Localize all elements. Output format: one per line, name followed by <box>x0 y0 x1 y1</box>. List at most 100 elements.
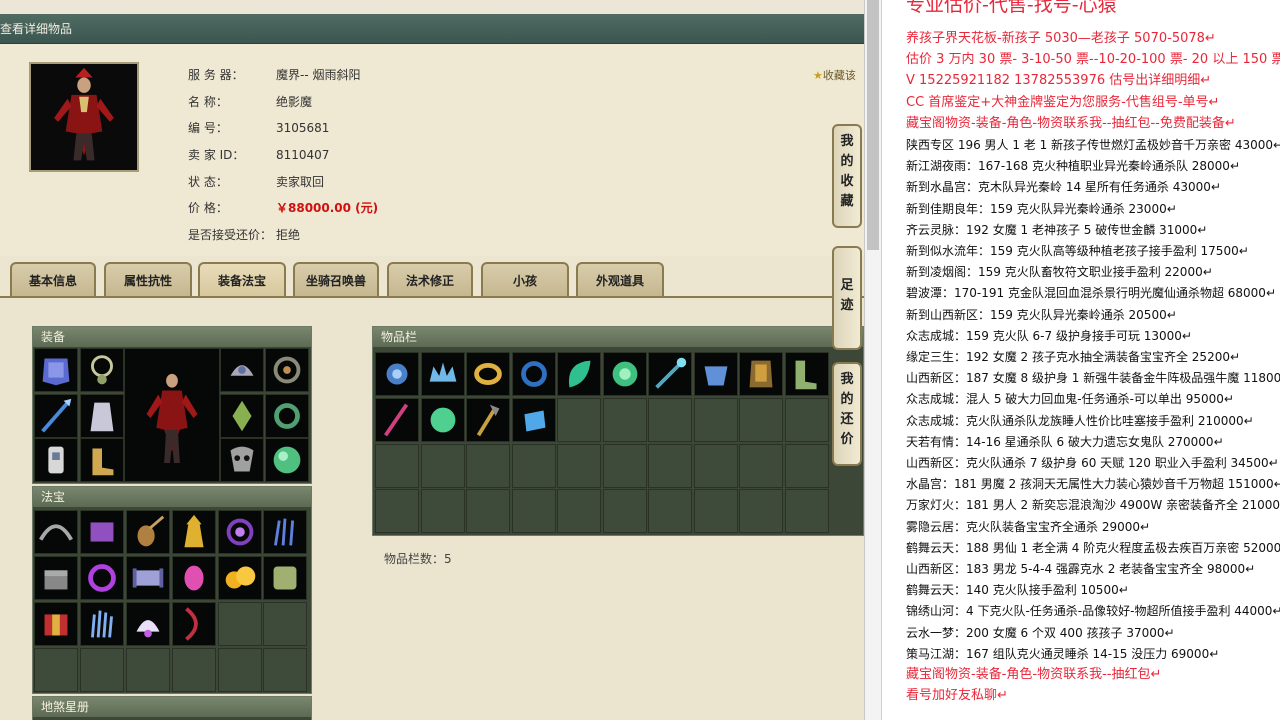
my-bargain-button[interactable]: 我的还价 <box>832 362 862 466</box>
empty-slot[interactable] <box>739 489 783 533</box>
empty-slot[interactable] <box>80 648 124 692</box>
empty-slot[interactable] <box>557 489 601 533</box>
white-fox-icon[interactable] <box>126 602 170 646</box>
red-bow-icon[interactable] <box>172 602 216 646</box>
green-orb-icon[interactable] <box>603 352 647 396</box>
tab-basic-info[interactable]: 基本信息 <box>10 262 96 298</box>
grey-chest-icon[interactable] <box>34 556 78 600</box>
empty-slot[interactable] <box>375 489 419 533</box>
tab-mounts[interactable]: 坐骑召唤兽 <box>293 262 379 298</box>
empty-slot[interactable] <box>263 602 307 646</box>
robe-icon[interactable] <box>80 394 124 438</box>
empty-slot[interactable] <box>263 648 307 692</box>
green-boots-icon[interactable] <box>785 352 829 396</box>
charm-icon[interactable] <box>34 438 78 482</box>
tab-appearance[interactable]: 外观道具 <box>576 262 664 298</box>
ring-icon[interactable] <box>265 394 309 438</box>
tab-attributes[interactable]: 属性抗性 <box>104 262 192 298</box>
boots-icon[interactable] <box>80 438 124 482</box>
necklace-icon[interactable] <box>80 348 124 392</box>
empty-slot[interactable] <box>126 648 170 692</box>
footprint-button[interactable]: 足迹 <box>832 246 862 350</box>
empty-slot[interactable] <box>739 398 783 442</box>
empty-slot[interactable] <box>603 398 647 442</box>
character-figure <box>124 348 220 482</box>
purple-swirl-icon[interactable] <box>218 510 262 554</box>
empty-slot[interactable] <box>603 444 647 488</box>
empty-slot[interactable] <box>648 398 692 442</box>
green-drum-icon[interactable] <box>263 556 307 600</box>
blue-claw-icon[interactable] <box>263 510 307 554</box>
green-gem-icon[interactable] <box>421 398 465 442</box>
pink-staff-icon[interactable] <box>375 398 419 442</box>
ad-line: 山西新区：187 女魔 8 级护身 1 新强牛装备金牛阵极品强牛魔 11800↵ <box>906 371 1280 386</box>
page-title-bar: 查看详细物品 <box>0 14 864 44</box>
empty-slot[interactable] <box>648 444 692 488</box>
empty-slot[interactable] <box>785 489 829 533</box>
empty-slot[interactable] <box>34 648 78 692</box>
helmet-icon[interactable] <box>220 348 264 392</box>
gold-ring-icon[interactable] <box>466 352 510 396</box>
empty-slot[interactable] <box>785 398 829 442</box>
empty-slot[interactable] <box>694 444 738 488</box>
orb-icon[interactable] <box>265 438 309 482</box>
empty-slot[interactable] <box>172 648 216 692</box>
empty-slot[interactable] <box>694 489 738 533</box>
empty-slot[interactable] <box>218 648 262 692</box>
mask-icon[interactable] <box>220 438 264 482</box>
purple-ring-icon[interactable] <box>80 556 124 600</box>
empty-slot[interactable] <box>557 444 601 488</box>
empty-slot[interactable] <box>648 489 692 533</box>
staff-icon[interactable] <box>648 352 692 396</box>
ad-line: 鹤舞云天：188 男仙 1 老全满 4 阶克火程度孟极去疾百万亲密 52000↵ <box>906 540 1280 555</box>
empty-slot[interactable] <box>466 489 510 533</box>
empty-slot[interactable] <box>603 489 647 533</box>
blue-gem-icon[interactable] <box>512 398 556 442</box>
amulet-icon[interactable] <box>265 348 309 392</box>
name-row: 名 称： 绝影魔 <box>188 93 312 111</box>
empty-slot[interactable] <box>785 444 829 488</box>
blue-flower-icon[interactable] <box>375 352 419 396</box>
gold-cloud-icon[interactable] <box>218 556 262 600</box>
status-row: 状 态： 卖家取回 <box>188 173 324 191</box>
gold-armor-icon[interactable] <box>739 352 783 396</box>
blue-hand-icon[interactable] <box>80 602 124 646</box>
empty-slot[interactable] <box>421 444 465 488</box>
spear-icon[interactable] <box>34 394 78 438</box>
empty-slot[interactable] <box>421 489 465 533</box>
blue-amulet-icon[interactable] <box>694 352 738 396</box>
empty-slot[interactable] <box>557 398 601 442</box>
empty-slot[interactable] <box>466 444 510 488</box>
pink-lantern-icon[interactable] <box>172 556 216 600</box>
ad-line: 藏宝阁物资-装备-角色-物资联系我--抽红包--免费配装备↵ <box>906 115 1236 131</box>
purple-box-icon[interactable] <box>80 510 124 554</box>
empty-slot[interactable] <box>375 444 419 488</box>
ad-line: V 15225921182 13782553976 估号出详细明细↵ <box>906 73 1212 89</box>
scepter-icon[interactable] <box>466 398 510 442</box>
tab-spells[interactable]: 法术修正 <box>387 262 473 298</box>
empty-slot[interactable] <box>694 398 738 442</box>
crystal-icon[interactable] <box>220 394 264 438</box>
gold-pagoda-icon[interactable] <box>172 510 216 554</box>
my-favorites-button[interactable]: 我的收藏 <box>832 124 862 228</box>
tab-equipment[interactable]: 装备法宝 <box>198 262 286 298</box>
character-avatar <box>29 62 139 172</box>
ad-line: 众志成城：159 克火队 6-7 级护身接手可玩 13000↵ <box>906 328 1192 343</box>
blue-ring-icon[interactable] <box>512 352 556 396</box>
ad-title: 专业估价-代售-找号-心猿 <box>906 0 1117 16</box>
favorite-link[interactable]: ★收藏该 <box>813 67 856 83</box>
ad-line: 新到似水流年：159 克火队高等级种植老孩子接手盈利 17500↵ <box>906 244 1249 258</box>
green-leaf-icon[interactable] <box>557 352 601 396</box>
whip-icon[interactable] <box>34 510 78 554</box>
empty-slot[interactable] <box>218 602 262 646</box>
tab-child[interactable]: 小孩 <box>481 262 569 298</box>
crystal-crown-icon[interactable] <box>421 352 465 396</box>
empty-slot[interactable] <box>739 444 783 488</box>
empty-slot[interactable] <box>512 444 556 488</box>
armor-icon[interactable] <box>34 348 78 392</box>
empty-slot[interactable] <box>512 489 556 533</box>
scrollbar-thumb[interactable] <box>867 0 879 250</box>
lute-icon[interactable] <box>126 510 170 554</box>
red-box-icon[interactable] <box>34 602 78 646</box>
scroll-icon[interactable] <box>126 556 170 600</box>
